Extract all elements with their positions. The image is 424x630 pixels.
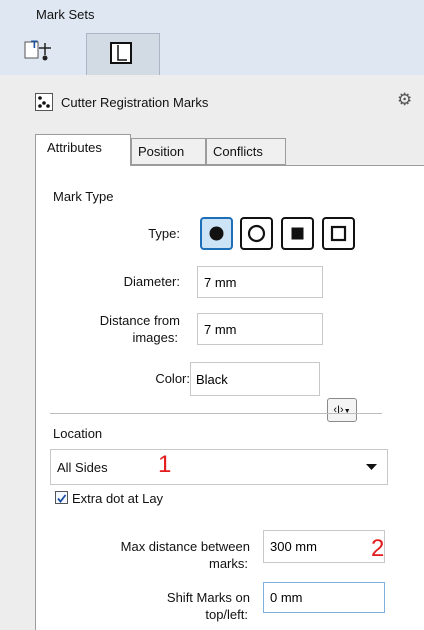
- page-icon: [110, 42, 132, 64]
- filled-square-icon: [291, 227, 304, 240]
- color-field[interactable]: [190, 362, 320, 396]
- distance-label-line2: images:: [132, 330, 178, 345]
- shift-marks-field[interactable]: [263, 582, 385, 613]
- gear-icon[interactable]: ⚙: [397, 90, 412, 110]
- variable-button[interactable]: ‹I›▼: [327, 398, 357, 422]
- type-filled-square-button[interactable]: [281, 217, 314, 250]
- shift-marks-label-line2: top/left:: [205, 607, 248, 622]
- diameter-label: Diameter:: [123, 274, 180, 289]
- registration-marks-icon: [35, 93, 53, 111]
- tab-position[interactable]: Position: [131, 138, 206, 165]
- location-selected-value: All Sides: [57, 460, 108, 475]
- panel-title: Cutter Registration Marks: [61, 95, 209, 110]
- page-tool-button[interactable]: [86, 33, 160, 75]
- tab-conflicts[interactable]: Conflicts: [206, 138, 286, 165]
- section-divider: [50, 413, 382, 414]
- hollow-square-icon: [330, 225, 347, 242]
- check-icon: [57, 494, 67, 503]
- type-filled-circle-button[interactable]: [200, 217, 233, 250]
- text-marks-icon: T: [24, 39, 51, 61]
- distance-label-line1: Distance from: [99, 313, 180, 328]
- color-label: Color:: [155, 371, 190, 386]
- mark-type-heading: Mark Type: [53, 189, 114, 204]
- chevron-down-icon: [366, 464, 377, 470]
- max-distance-label-line2: marks:: [209, 556, 248, 571]
- type-hollow-square-button[interactable]: [322, 217, 355, 250]
- distance-from-images-field[interactable]: [197, 313, 323, 345]
- extra-dot-checkbox[interactable]: [55, 491, 68, 504]
- annotation-marker-2: 2: [371, 535, 385, 562]
- tab-attributes[interactable]: Attributes: [35, 134, 131, 166]
- mark-sets-title: Mark Sets: [36, 7, 95, 22]
- filled-circle-icon: [209, 226, 224, 241]
- variable-icon: ‹I›: [333, 404, 344, 416]
- type-label: Type:: [148, 226, 180, 241]
- marks-tool-button[interactable]: T: [22, 34, 66, 70]
- annotation-marker-1: 1: [158, 451, 172, 478]
- svg-text:T: T: [31, 39, 38, 51]
- extra-dot-label: Extra dot at Lay: [72, 491, 164, 506]
- diameter-field[interactable]: [197, 266, 323, 298]
- max-distance-field[interactable]: [263, 530, 385, 563]
- location-heading: Location: [53, 426, 103, 441]
- shift-marks-label-line1: Shift Marks on: [166, 590, 250, 605]
- max-distance-label-line1: Max distance between: [120, 539, 250, 554]
- location-select[interactable]: All Sides: [50, 449, 388, 485]
- hollow-circle-icon: [247, 224, 266, 243]
- type-hollow-circle-button[interactable]: [240, 217, 273, 250]
